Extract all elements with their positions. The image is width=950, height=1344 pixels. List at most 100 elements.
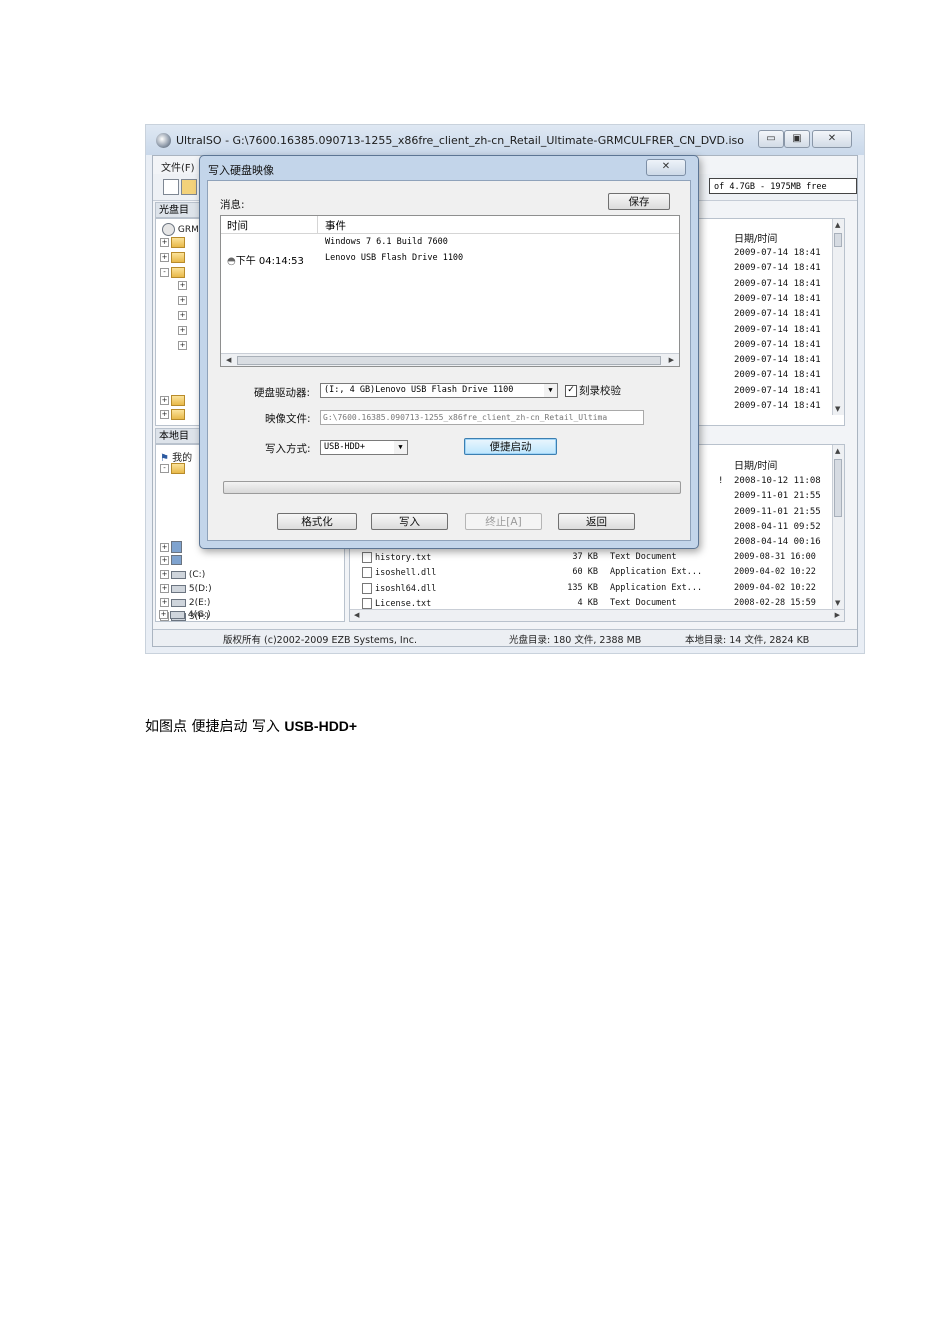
file-icon bbox=[362, 567, 372, 579]
log-col-event[interactable]: 事件 bbox=[325, 218, 346, 233]
folder-icon bbox=[171, 463, 185, 474]
tree-folder[interactable]: + bbox=[160, 237, 185, 248]
drive-icon bbox=[171, 570, 186, 579]
folder-icon bbox=[171, 237, 185, 248]
file-size: 60 KB bbox=[572, 567, 598, 578]
date-cell: 2009-07-14 18:41 bbox=[734, 370, 821, 381]
scroll-thumb[interactable] bbox=[237, 356, 661, 365]
date-cell: 2009-07-14 18:41 bbox=[734, 248, 821, 258]
date-cell: 2009-07-14 18:41 bbox=[734, 355, 821, 366]
dialog-close-button[interactable]: ✕ bbox=[646, 159, 686, 176]
file-type: Application Ext... bbox=[610, 567, 703, 578]
caption-emphasis: USB-HDD+ bbox=[284, 718, 358, 734]
disc-list-vscroll[interactable]: ▲ ▼ bbox=[832, 219, 844, 415]
tree-folder[interactable]: - bbox=[160, 267, 185, 278]
computer-icon bbox=[171, 541, 182, 553]
drive-select[interactable]: (I:, 4 GB)Lenovo USB Flash Drive 1100 ▼ bbox=[320, 383, 558, 398]
image-file-field[interactable]: G:\7600.16385.090713-1255_x86fre_client_… bbox=[320, 410, 644, 425]
date-cell: 2009-07-14 18:41 bbox=[734, 309, 821, 320]
quick-boot-button[interactable]: 便捷启动 bbox=[464, 438, 557, 455]
main-titlebar: UltraISO - G:\7600.16385.090713-1255_x86… bbox=[146, 125, 864, 155]
dialog-title: 写入硬盘映像 bbox=[208, 164, 274, 177]
tree-drive-g[interactable]: + 4(G:) bbox=[159, 610, 211, 620]
network-icon bbox=[171, 555, 182, 565]
file-icon bbox=[362, 582, 372, 594]
back-button[interactable]: 返回 bbox=[558, 513, 635, 530]
local-list-hscroll[interactable]: ◀ ▶ bbox=[350, 609, 844, 621]
window-close-button[interactable]: ✕ bbox=[812, 130, 852, 148]
statusbar: 版权所有 (c)2002-2009 EZB Systems, Inc. 光盘目录… bbox=[153, 629, 857, 646]
scroll-thumb[interactable] bbox=[834, 233, 842, 247]
window-title: UltraISO - G:\7600.16385.090713-1255_x86… bbox=[176, 134, 745, 147]
write-mode-select[interactable]: USB-HDD+ ▼ bbox=[320, 440, 408, 455]
save-log-button[interactable]: 保存 bbox=[608, 193, 670, 210]
scroll-left-icon[interactable]: ◀ bbox=[354, 611, 359, 619]
date-cell: 2009-07-14 18:41 bbox=[734, 263, 821, 274]
scroll-thumb[interactable] bbox=[834, 459, 842, 517]
tree-subfolder[interactable]: + bbox=[178, 341, 187, 351]
file-type: Text Document bbox=[610, 552, 677, 562]
tree-my-docs[interactable]: ⚑ 我的 bbox=[160, 449, 192, 464]
file-type: Text Document bbox=[610, 597, 677, 608]
drive-icon bbox=[171, 598, 186, 607]
scroll-up-icon[interactable]: ▲ bbox=[835, 447, 840, 455]
message-log: 时间 事件 Windows 7 6.1 Build 7600 ◓下午 04:14… bbox=[220, 215, 680, 367]
tree-drive-d[interactable]: + 5(D:) bbox=[160, 584, 212, 594]
file-date: 2009-04-02 10:22 bbox=[734, 567, 816, 578]
write-button[interactable]: 写入 bbox=[371, 513, 448, 530]
tree-subfolder[interactable]: + bbox=[178, 296, 187, 306]
open-folder-icon[interactable] bbox=[181, 179, 197, 195]
scroll-up-icon[interactable]: ▲ bbox=[835, 221, 840, 229]
date-cell: 2008-04-11 09:52 bbox=[734, 521, 821, 532]
file-name: isoshell.dll bbox=[362, 567, 436, 579]
tree-drive-e[interactable]: + 2(E:) bbox=[160, 598, 210, 608]
local-list-vscroll[interactable]: ▲ ▼ bbox=[832, 445, 844, 609]
tree-item[interactable]: + bbox=[160, 555, 182, 566]
menu-file[interactable]: 文件(F) bbox=[161, 159, 195, 174]
column-date[interactable]: 日期/时间 bbox=[734, 230, 777, 245]
format-button[interactable]: 格式化 bbox=[277, 513, 357, 530]
date-cell: 2009-07-14 18:41 bbox=[734, 278, 821, 289]
status-copyright: 版权所有 (c)2002-2009 EZB Systems, Inc. bbox=[223, 635, 417, 646]
minimize-button[interactable]: ▭ bbox=[758, 130, 784, 148]
column-date[interactable]: 日期/时间 bbox=[734, 457, 777, 472]
warning-mark: ! bbox=[718, 476, 724, 486]
file-date: 2009-04-02 10:22 bbox=[734, 582, 816, 593]
instruction-caption: 如图点 便捷启动 写入 USB-HDD+ bbox=[145, 718, 358, 735]
date-cell: 2008-10-12 11:08 bbox=[734, 476, 821, 486]
file-date: 2008-02-28 15:59 bbox=[734, 597, 816, 608]
log-col-time[interactable]: 时间 bbox=[227, 218, 248, 233]
tree-item[interactable]: + bbox=[160, 541, 182, 553]
tree-folder[interactable]: + bbox=[160, 395, 185, 406]
folder-icon bbox=[171, 267, 185, 278]
maximize-button[interactable]: ▣ bbox=[784, 130, 810, 148]
scroll-down-icon[interactable]: ▼ bbox=[835, 599, 840, 607]
tree-subfolder[interactable]: + bbox=[178, 281, 187, 291]
scroll-left-icon[interactable]: ◀ bbox=[226, 356, 231, 364]
tree-subfolder[interactable]: + bbox=[178, 311, 187, 321]
drive-label: 硬盘驱动器: bbox=[254, 387, 311, 399]
tree-folder[interactable]: + bbox=[160, 252, 185, 263]
file-name: history.txt bbox=[362, 552, 431, 563]
new-file-icon[interactable] bbox=[163, 179, 179, 195]
status-disc-count: 光盘目录: 180 文件, 2388 MB bbox=[509, 635, 642, 646]
file-icon bbox=[362, 552, 372, 563]
tree-folder[interactable]: - bbox=[160, 463, 185, 474]
tree-drive-c[interactable]: + (C:) bbox=[160, 570, 205, 580]
tree-subfolder[interactable]: + bbox=[178, 326, 187, 336]
date-cell: 2009-07-14 18:41 bbox=[734, 324, 821, 335]
file-size: 4 KB bbox=[577, 597, 598, 608]
date-cell: 2009-11-01 21:55 bbox=[734, 491, 821, 502]
drive-icon bbox=[170, 610, 185, 619]
chevron-down-icon: ▼ bbox=[544, 384, 557, 397]
log-hscroll[interactable]: ◀ ▶ bbox=[221, 353, 679, 366]
file-name: License.txt bbox=[362, 597, 431, 609]
tree-folder[interactable]: + bbox=[160, 409, 185, 420]
scroll-right-icon[interactable]: ▶ bbox=[835, 611, 840, 619]
scroll-down-icon[interactable]: ▼ bbox=[835, 405, 840, 413]
image-file-label: 映像文件: bbox=[265, 413, 311, 425]
disc-size-indicator: of 4.7GB - 1975MB free bbox=[709, 178, 857, 194]
verify-checkbox[interactable]: ✓ bbox=[565, 385, 577, 397]
folder-icon bbox=[171, 409, 185, 420]
scroll-right-icon[interactable]: ▶ bbox=[669, 356, 674, 364]
